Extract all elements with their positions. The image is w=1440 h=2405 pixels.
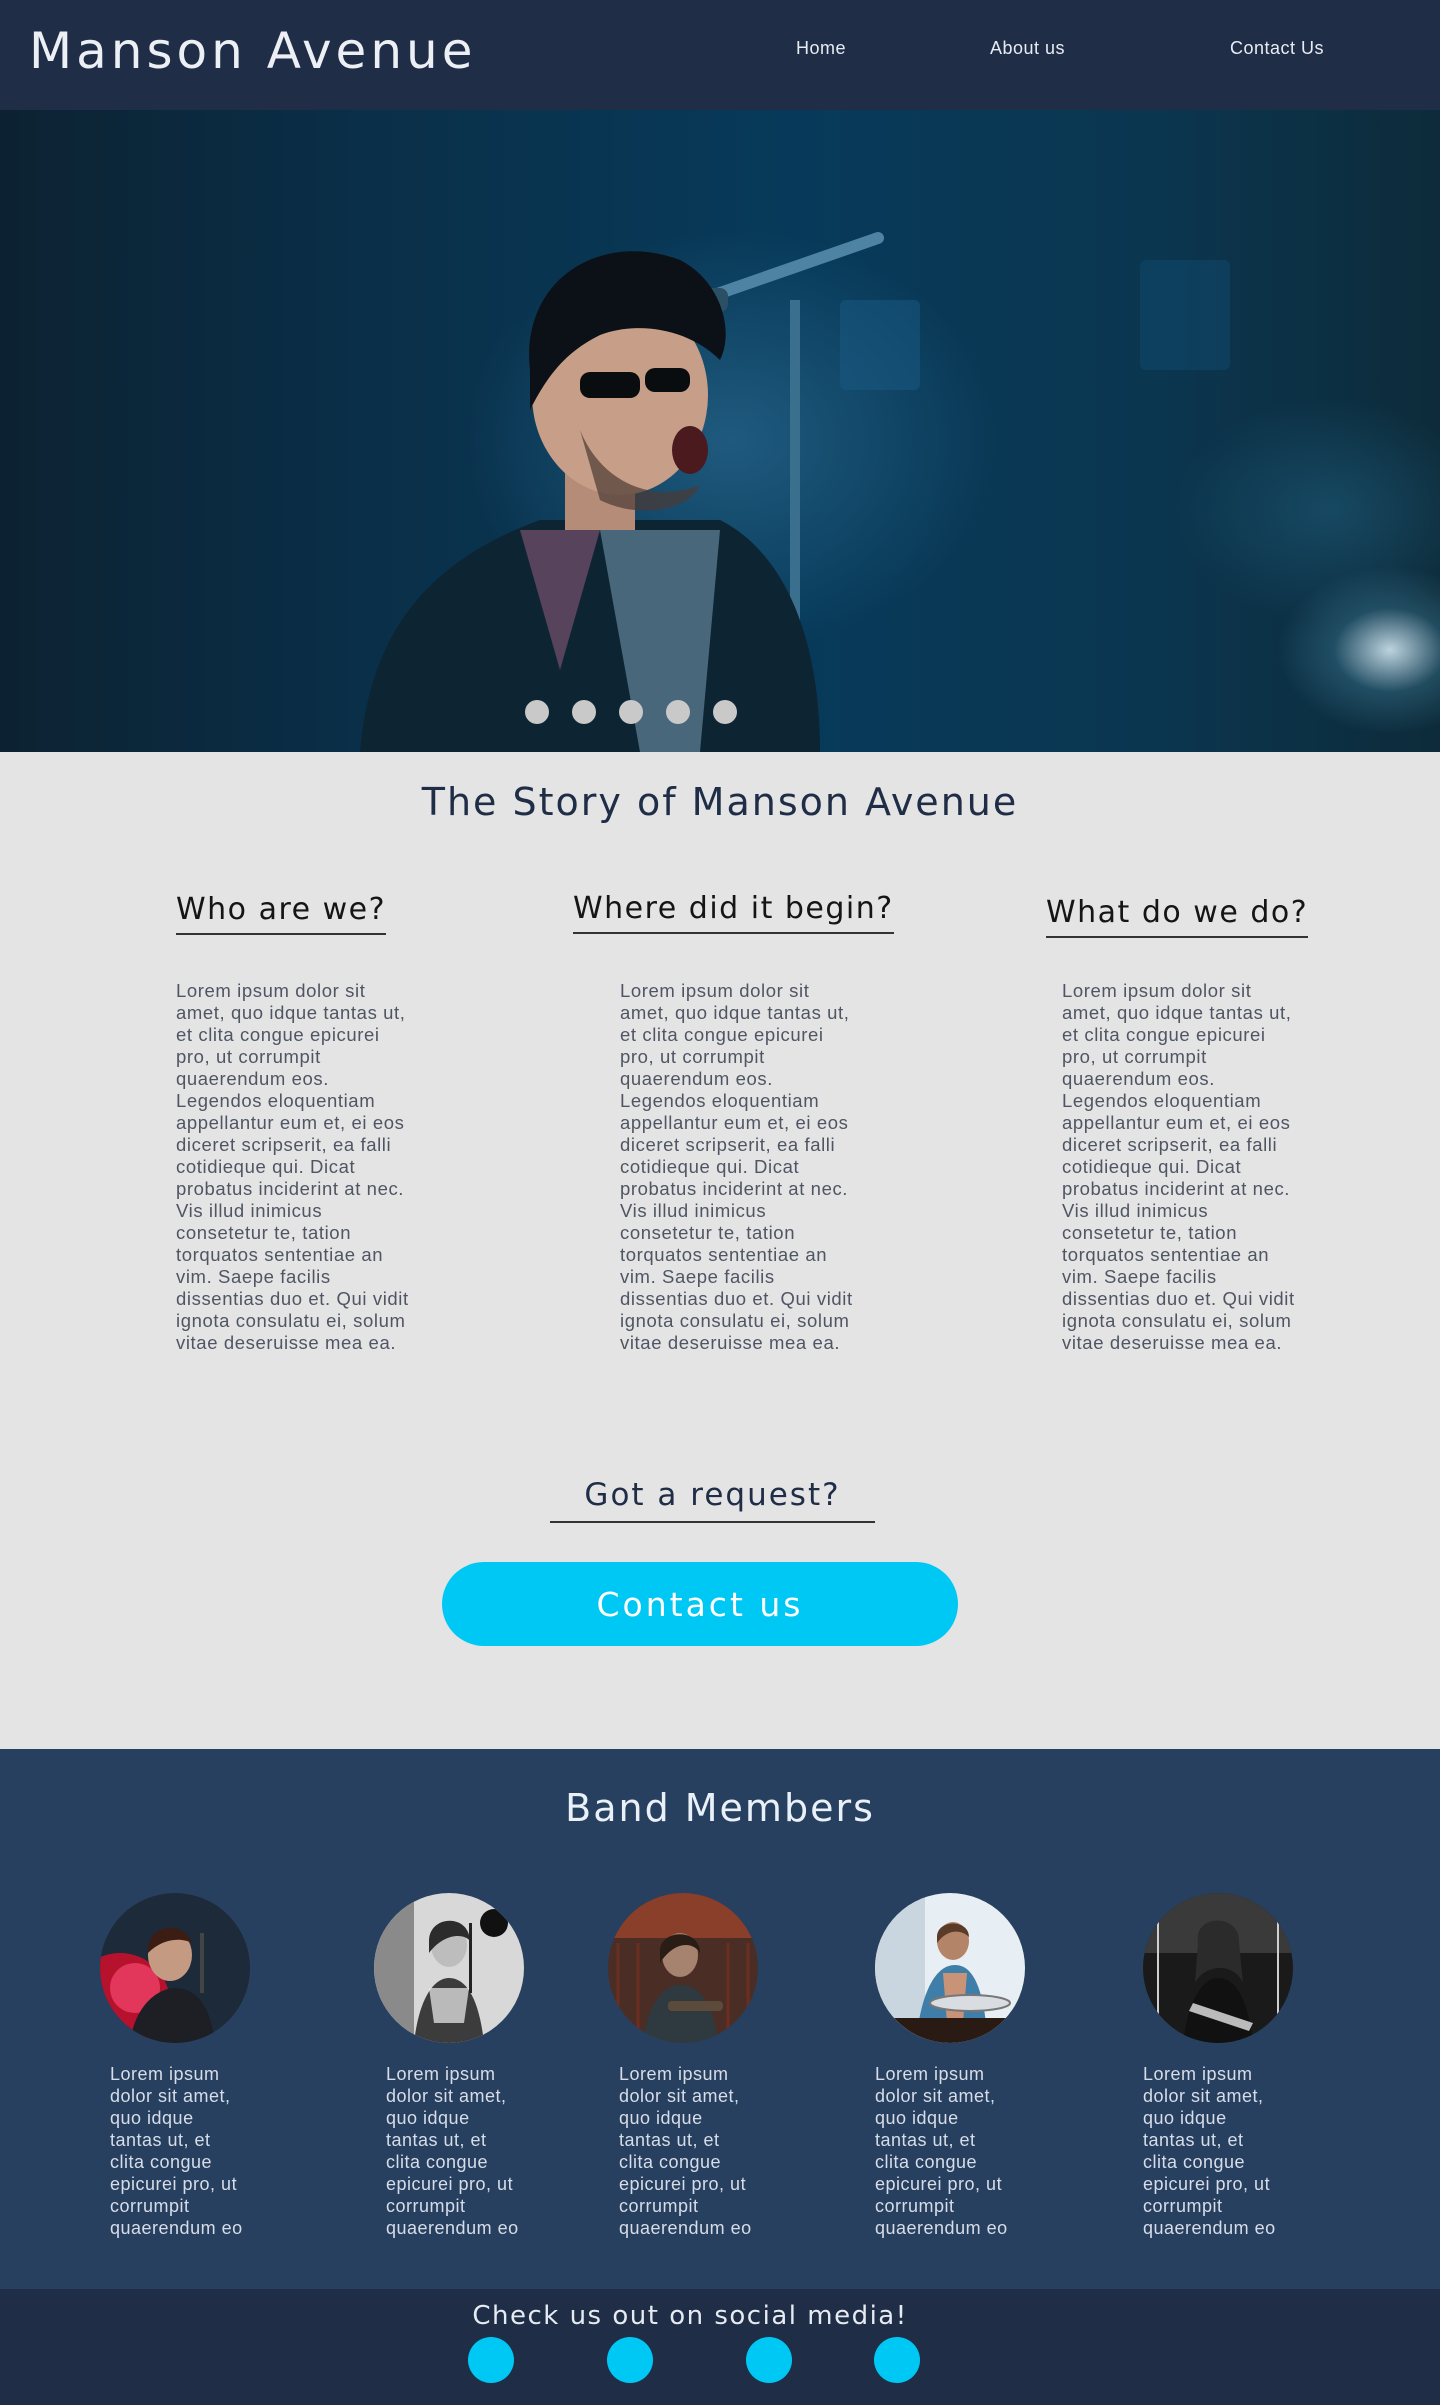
slide-dot-4[interactable]	[666, 700, 690, 724]
member-bio-2: Lorem ipsum dolor sit amet, quo idque ta…	[386, 2064, 519, 2238]
contact-us-button[interactable]: Contact us	[442, 1562, 958, 1646]
member-2-image	[374, 1893, 524, 2043]
member-3-image	[608, 1893, 758, 2043]
slide-dot-1[interactable]	[525, 700, 549, 724]
where-did-it-begin-heading: Where did it begin?	[573, 891, 894, 934]
slide-dot-3[interactable]	[619, 700, 643, 724]
site-footer: Check us out on social media!	[0, 2289, 1440, 2405]
member-photo-1	[100, 1893, 250, 2043]
where-did-it-begin-text: Lorem ipsum dolor sit amet, quo idque ta…	[620, 980, 853, 1353]
hero-singer-image	[360, 232, 1230, 752]
member-5-image	[1143, 1893, 1293, 2043]
story-title: The Story of Manson Avenue	[421, 780, 1019, 824]
member-4-image	[875, 1893, 1025, 2043]
what-do-we-do-text: Lorem ipsum dolor sit amet, quo idque ta…	[1062, 980, 1295, 1353]
member-1-image	[100, 1893, 250, 2043]
hero-slideshow	[0, 110, 1440, 752]
nav-about-link[interactable]: About us	[990, 38, 1065, 59]
social-icon-2[interactable]	[607, 2337, 653, 2383]
band-members-section: Band Members Lorem ipsum dolor sit amet,…	[0, 1749, 1440, 2289]
member-photo-4	[875, 1893, 1025, 2043]
what-do-we-do-heading: What do we do?	[1046, 895, 1309, 938]
social-icon-1[interactable]	[468, 2337, 514, 2383]
who-are-we-heading: Who are we?	[176, 892, 387, 935]
social-media-heading: Check us out on social media!	[472, 2301, 908, 2331]
slide-dot-2[interactable]	[572, 700, 596, 724]
nav-contact-link[interactable]: Contact Us	[1230, 38, 1324, 59]
member-photo-3	[608, 1893, 758, 2043]
nav-home-link[interactable]: Home	[796, 38, 846, 59]
member-bio-1: Lorem ipsum dolor sit amet, quo idque ta…	[110, 2064, 243, 2238]
member-photo-5	[1143, 1893, 1293, 2043]
slide-dot-5[interactable]	[713, 700, 737, 724]
member-bio-3: Lorem ipsum dolor sit amet, quo idque ta…	[619, 2064, 752, 2238]
who-are-we-text: Lorem ipsum dolor sit amet, quo idque ta…	[176, 980, 409, 1353]
site-header: Manson Avenue Home About us Contact Us	[0, 0, 1440, 110]
social-icon-3[interactable]	[746, 2337, 792, 2383]
request-heading: Got a request?	[550, 1477, 875, 1523]
band-members-title: Band Members	[565, 1786, 875, 1830]
brand-logo[interactable]: Manson Avenue	[29, 22, 476, 80]
member-bio-4: Lorem ipsum dolor sit amet, quo idque ta…	[875, 2064, 1008, 2238]
social-icon-4[interactable]	[874, 2337, 920, 2383]
member-photo-2	[374, 1893, 524, 2043]
member-bio-5: Lorem ipsum dolor sit amet, quo idque ta…	[1143, 2064, 1276, 2238]
